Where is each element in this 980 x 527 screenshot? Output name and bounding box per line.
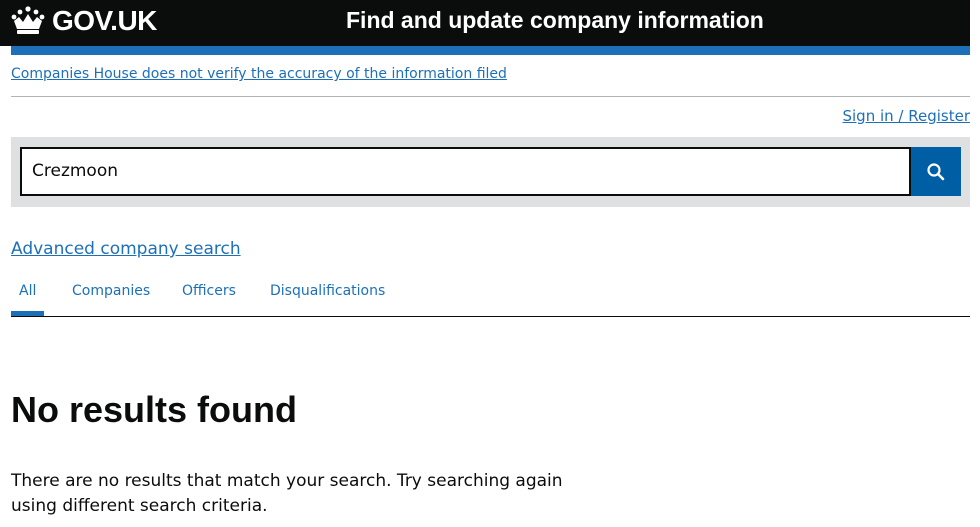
active-tab-indicator [11, 311, 44, 316]
accuracy-notice-link[interactable]: Companies House does not verify the accu… [11, 66, 507, 82]
search-button[interactable] [911, 147, 961, 196]
search-input[interactable]: Crezmoon [20, 147, 911, 196]
tab-disqualifications[interactable]: Disqualifications [270, 283, 385, 299]
service-name[interactable]: Find and update company information [346, 7, 764, 34]
advanced-search-link[interactable]: Advanced company search [11, 239, 241, 259]
govuk-logo-link[interactable]: GOV.UK [10, 5, 157, 37]
tab-companies[interactable]: Companies [72, 283, 150, 299]
signin-register-link[interactable]: Sign in / Register [842, 107, 970, 125]
no-results-message: There are no results that match your sea… [11, 471, 563, 516]
divider [11, 96, 970, 97]
header-accent-bar [11, 46, 970, 55]
search-icon [927, 162, 945, 180]
results-tabs: All Companies Officers Disqualifications [11, 270, 970, 317]
tab-all[interactable]: All [19, 283, 36, 299]
site-header: GOV.UK Find and update company informati… [0, 0, 970, 46]
page-title: No results found [11, 389, 297, 430]
tab-officers[interactable]: Officers [182, 283, 236, 299]
govuk-logo-text: GOV.UK [52, 5, 157, 36]
crown-icon [11, 6, 45, 34]
